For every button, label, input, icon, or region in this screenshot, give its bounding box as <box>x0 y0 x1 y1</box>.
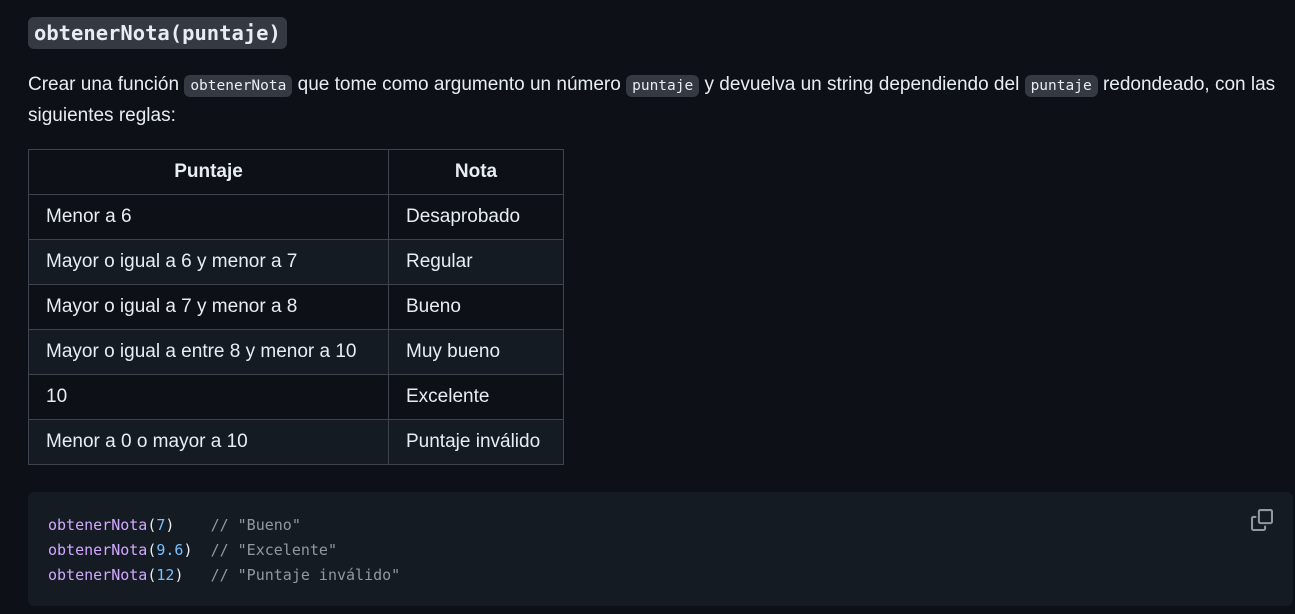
inline-code-puntaje-2: puntaje <box>1024 75 1098 97</box>
code-comment: // "Bueno" <box>210 516 301 534</box>
code-function: obtenerNota <box>48 541 148 559</box>
puntaje-cell: 10 <box>28 374 389 420</box>
rules-table: Puntaje Nota Menor a 6 Desaprobado Mayor… <box>28 149 564 465</box>
table-row: 10 Excelente <box>28 374 564 420</box>
code-number: 9.6 <box>156 541 184 559</box>
code-comment: // "Excelente" <box>210 541 337 559</box>
header-puntaje: Puntaje <box>28 149 389 195</box>
puntaje-cell: Mayor o igual a 7 y menor a 8 <box>28 284 389 330</box>
inline-code-puntaje: puntaje <box>626 75 700 97</box>
code-line: obtenerNota(9.6) // "Excelente" <box>48 538 400 563</box>
code-spacing <box>183 566 210 584</box>
nota-cell: Bueno <box>388 284 564 330</box>
code-paren-close: ) <box>183 541 193 559</box>
nota-cell: Desaprobado <box>388 194 564 240</box>
nota-cell: Regular <box>388 239 564 285</box>
description-paragraph: Crear una función obtenerNota que tome c… <box>28 70 1290 131</box>
puntaje-cell: Mayor o igual a 6 y menor a 7 <box>28 239 389 285</box>
code-number: 12 <box>156 566 175 584</box>
inline-code-obtenerNota: obtenerNota <box>184 75 293 97</box>
table-row: Mayor o igual a 6 y menor a 7 Regular <box>28 239 564 285</box>
description-text-1: Crear una función <box>28 74 185 95</box>
code-comment: // "Puntaje inválido" <box>210 566 401 584</box>
code-line: obtenerNota(7) // "Bueno" <box>48 513 400 538</box>
puntaje-cell: Menor a 6 <box>28 194 389 240</box>
code-content[interactable]: obtenerNota(7) // "Bueno" obtenerNota(9.6… <box>48 513 400 588</box>
description-text-3: y devuelva un string dependiendo del <box>699 74 1025 95</box>
code-spacing <box>193 541 211 559</box>
description-text-2: que tome como argumento un número <box>292 74 627 95</box>
code-line: obtenerNota(12) // "Puntaje inválido" <box>48 563 400 588</box>
puntaje-cell: Menor a 0 o mayor a 10 <box>28 419 389 465</box>
heading-code: obtenerNota(puntaje) <box>28 17 287 49</box>
table-row: Mayor o igual a 7 y menor a 8 Bueno <box>28 284 564 330</box>
table-row: Menor a 0 o mayor a 10 Puntaje inválido <box>28 419 564 465</box>
copy-button[interactable] <box>1251 509 1273 531</box>
code-function: obtenerNota <box>48 516 148 534</box>
nota-cell: Puntaje inválido <box>388 419 564 465</box>
code-spacing <box>174 516 210 534</box>
nota-cell: Muy bueno <box>388 329 564 375</box>
header-nota: Nota <box>388 149 564 195</box>
table-row: Mayor o igual a entre 8 y menor a 10 Muy… <box>28 329 564 375</box>
copy-icon <box>1251 509 1273 531</box>
page: obtenerNota(puntaje) Crear una función o… <box>0 0 1295 614</box>
code-block: obtenerNota(7) // "Bueno" obtenerNota(9.6… <box>28 492 1293 606</box>
code-function: obtenerNota <box>48 566 148 584</box>
puntaje-cell: Mayor o igual a entre 8 y menor a 10 <box>28 329 389 375</box>
nota-cell: Excelente <box>388 374 564 420</box>
table-header-row: Puntaje Nota <box>28 149 564 195</box>
table-row: Menor a 6 Desaprobado <box>28 194 564 240</box>
section-heading: obtenerNota(puntaje) <box>28 17 287 49</box>
